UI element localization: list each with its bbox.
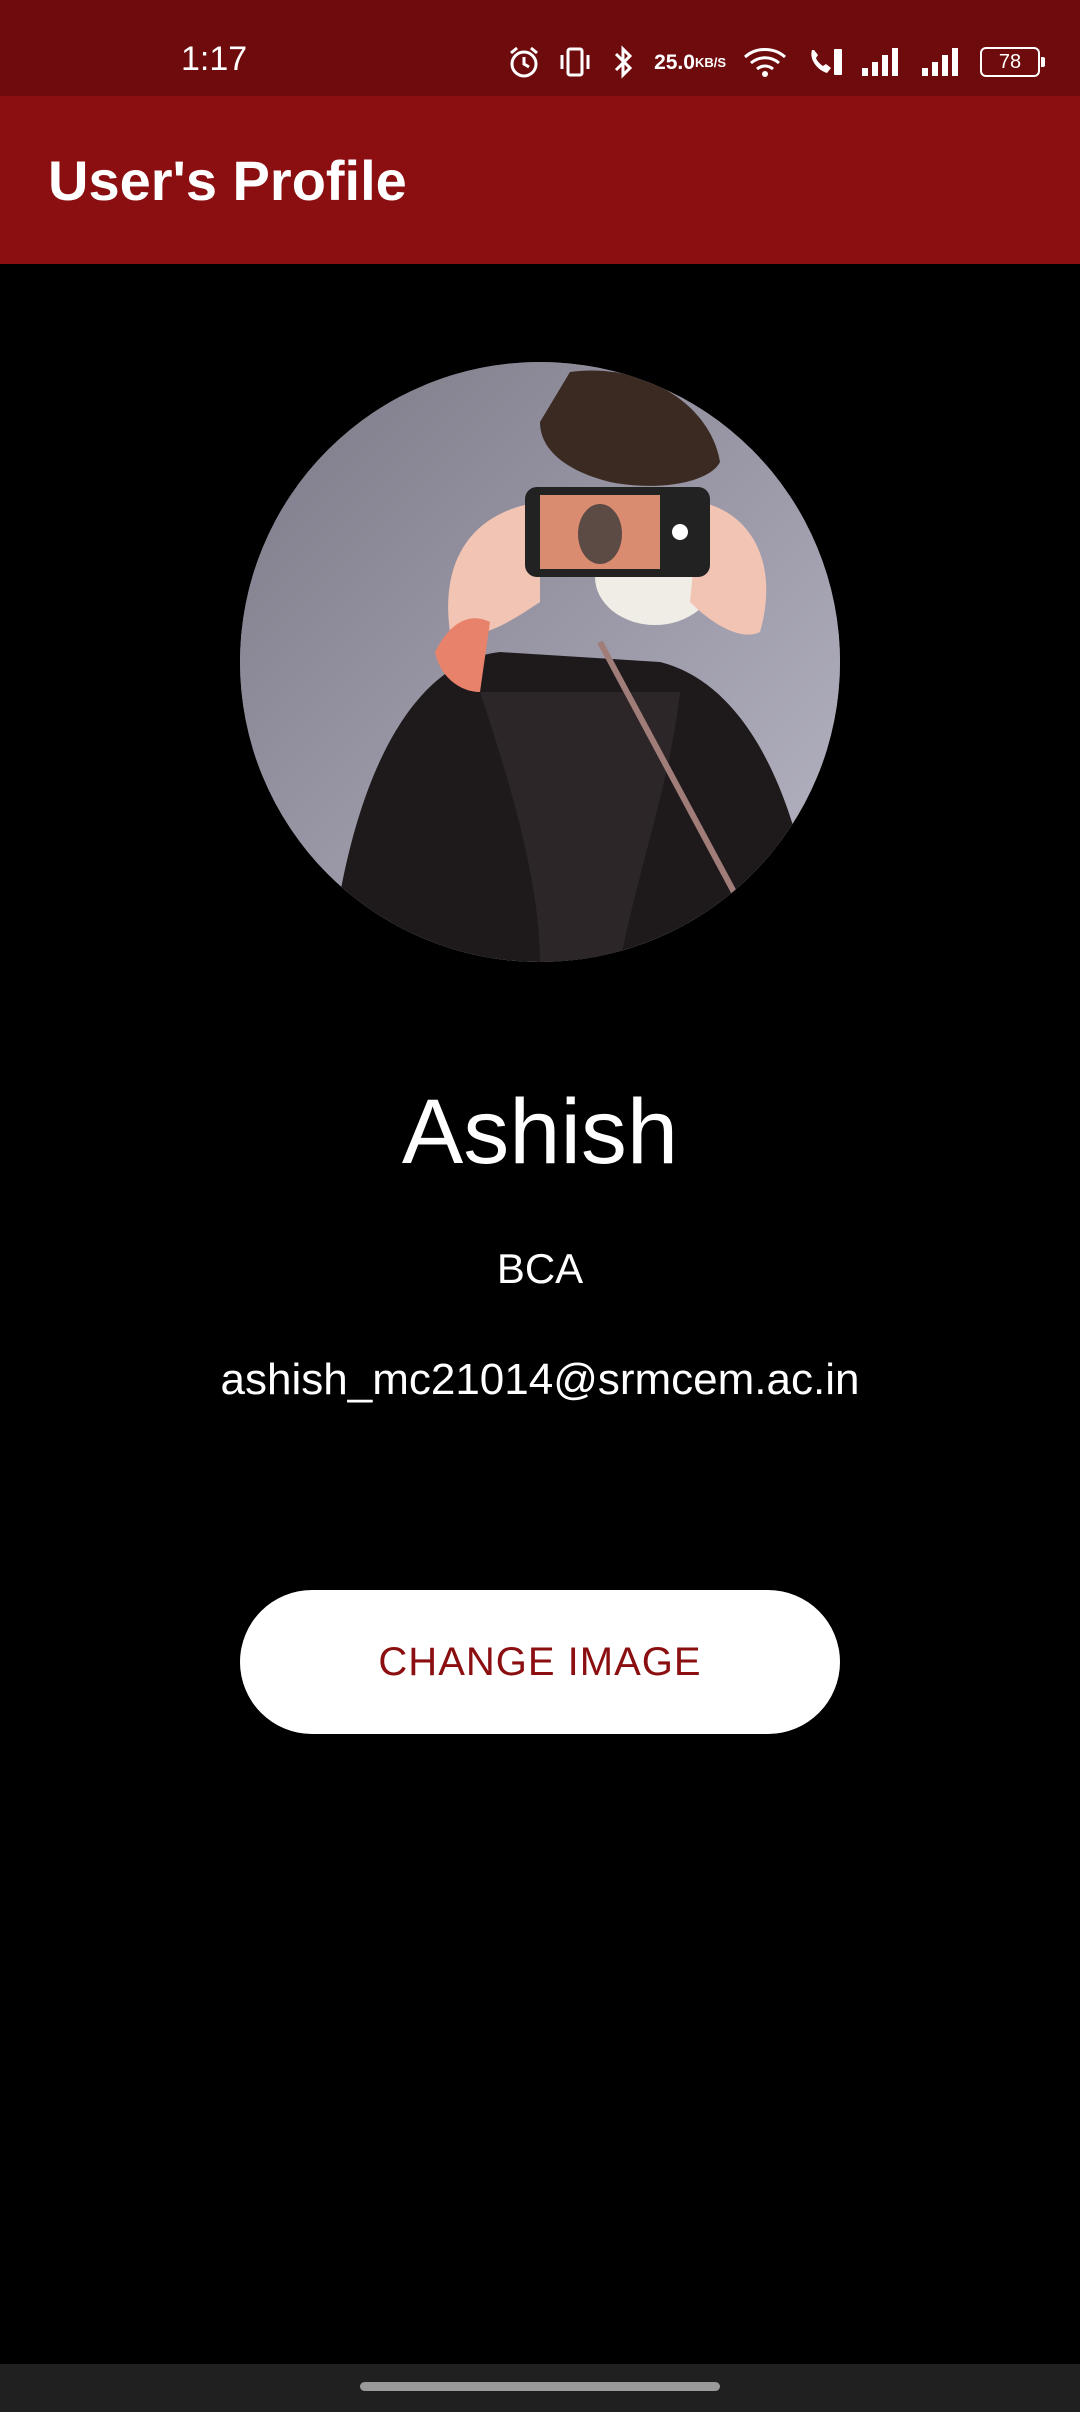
- page-title: User's Profile: [48, 149, 407, 212]
- vowifi-call-icon: [804, 44, 844, 80]
- status-icons: 25.0 KB/S 78: [506, 40, 1045, 84]
- net-speed: 25.0 KB/S: [654, 50, 726, 74]
- signal-icon: [860, 44, 904, 80]
- status-time: 1:17: [181, 40, 248, 78]
- net-speed-unit: KB/S: [694, 54, 726, 70]
- profile-photo: [240, 362, 840, 962]
- net-speed-value: 25.0: [654, 50, 695, 74]
- vibrate-icon: [558, 44, 592, 80]
- profile-course: BCA: [496, 1245, 584, 1292]
- change-image-button[interactable]: CHANGE IMAGE: [240, 1590, 840, 1734]
- status-bar: 1:17 25.0 KB/S 78: [0, 0, 1080, 96]
- bluetooth-icon: [608, 44, 638, 80]
- wifi-icon: [742, 44, 788, 80]
- profile-name: Ashish: [401, 1081, 679, 1183]
- profile-avatar[interactable]: [240, 362, 840, 962]
- profile-email: ashish_mc21014@srmcem.ac.in: [220, 1355, 860, 1404]
- home-indicator[interactable]: [360, 2382, 720, 2391]
- signal-icon: [920, 44, 964, 80]
- alarm-icon: [506, 44, 542, 80]
- battery-icon: 78: [980, 47, 1045, 77]
